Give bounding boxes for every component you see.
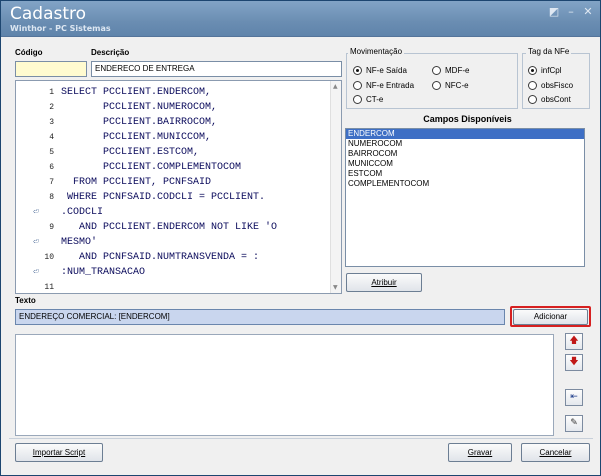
radio-dot-icon: [353, 95, 362, 104]
radio-obsfisco[interactable]: obsFisco: [528, 81, 573, 90]
code-line[interactable]: 9 AND PCCLIENT.ENDERCOM NOT LIKE 'O: [16, 220, 332, 235]
code-line[interactable]: 6 PCCLIENT.COMPLEMENTOCOM: [16, 160, 332, 175]
code-line[interactable]: ⏎ :NUM_TRANSACAO: [16, 265, 332, 280]
texto-label: Texto: [15, 296, 36, 305]
code-line[interactable]: 7 FROM PCCLIENT, PCNFSAID: [16, 175, 332, 190]
descricao-label: Descrição: [91, 48, 130, 57]
window-subtitle: Winthor - PC Sistemas: [10, 24, 111, 33]
arrow-up-icon[interactable]: 🡅: [565, 333, 583, 350]
wrap-icon: ⏎: [33, 267, 39, 277]
line-number: 8: [49, 193, 54, 202]
tag-nfe-title: Tag da NFe: [526, 47, 572, 56]
scroll-down-icon[interactable]: ▼: [333, 284, 338, 291]
radio-mdfe[interactable]: MDF-e: [432, 66, 469, 75]
line-number: 5: [49, 148, 54, 157]
radio-dot-icon: [528, 81, 537, 90]
insert-field-icon[interactable]: ⇤: [565, 389, 583, 406]
radio-dot-icon: [528, 66, 537, 75]
cadastro-window: Cadastro Winthor - PC Sistemas ◩ – ✕ Cód…: [0, 0, 601, 476]
code-text: .CODCLI: [61, 207, 104, 218]
code-text: PCCLIENT.BAIRROCOM,: [61, 117, 218, 128]
radio-dot-icon: [353, 81, 362, 90]
code-line[interactable]: 8 WHERE PCNFSAID.CODCLI = PCCLIENT.: [16, 190, 332, 205]
line-number: 9: [49, 223, 54, 232]
clear-icon[interactable]: ✎: [565, 415, 583, 432]
radio-dot-icon: [528, 95, 537, 104]
code-text: PCCLIENT.MUNICCOM,: [61, 132, 212, 143]
code-text: FROM PCCLIENT, PCNFSAID: [61, 177, 212, 188]
scroll-up-icon[interactable]: ▲: [333, 83, 338, 90]
code-text: PCCLIENT.NUMEROCOM,: [61, 102, 218, 113]
footer-separator: [9, 438, 593, 439]
sql-editor[interactable]: 1 SELECT PCCLIENT.ENDERCOM, 2 PCCLIENT.NUM…: [15, 80, 342, 294]
radio-dot-icon: [353, 66, 362, 75]
code-line[interactable]: 11: [16, 280, 332, 293]
code-line[interactable]: 4 PCCLIENT.MUNICCOM,: [16, 130, 332, 145]
movimentacao-title: Movimentação: [348, 47, 405, 56]
arrow-down-icon[interactable]: 🡇: [565, 354, 583, 371]
list-item[interactable]: ENDERCOM: [346, 129, 584, 139]
radio-nfe-entrada[interactable]: NF-e Entrada: [353, 81, 414, 90]
wrap-icon: ⏎: [33, 237, 39, 247]
radio-nfce[interactable]: NFC-e: [432, 81, 469, 90]
code-text: MESMO': [61, 237, 98, 248]
gravar-button[interactable]: Gravar: [448, 443, 512, 462]
close-icon[interactable]: ✕: [581, 5, 595, 19]
code-text: AND PCCLIENT.ENDERCOM NOT LIKE 'O: [61, 222, 278, 233]
line-number: 2: [49, 103, 54, 112]
line-number: 7: [49, 178, 54, 187]
campos-list[interactable]: ENDERCOM NUMEROCOM BAIRROCOM MUNICCOM ES…: [345, 128, 585, 267]
campos-title: Campos Disponíveis: [423, 114, 512, 124]
code-text: :NUM_TRANSACAO: [61, 267, 146, 278]
result-memo[interactable]: [15, 334, 554, 436]
radio-nfe-saida[interactable]: NF-e Saída: [353, 66, 407, 75]
line-number: 10: [44, 253, 54, 262]
list-item[interactable]: COMPLEMENTOCOM: [346, 179, 584, 189]
line-number: 6: [49, 163, 54, 172]
code-line[interactable]: 3 PCCLIENT.BAIRROCOM,: [16, 115, 332, 130]
texto-input[interactable]: ENDEREÇO COMERCIAL: [ENDERCOM]: [15, 309, 505, 325]
wrap-icon: ⏎: [33, 207, 39, 217]
radio-dot-icon: [432, 81, 441, 90]
radio-obscont[interactable]: obsCont: [528, 95, 571, 104]
line-number: 11: [44, 283, 54, 292]
radio-infcpl[interactable]: infCpl: [528, 66, 561, 75]
code-line[interactable]: 1 SELECT PCCLIENT.ENDERCOM,: [16, 85, 332, 100]
radio-cte[interactable]: CT-e: [353, 95, 383, 104]
list-item[interactable]: ESTCOM: [346, 169, 584, 179]
code-text: SELECT PCCLIENT.ENDERCOM,: [61, 87, 212, 98]
atribuir-button[interactable]: Atribuir: [346, 273, 422, 292]
adicionar-button[interactable]: Adicionar: [513, 309, 588, 325]
code-line[interactable]: ⏎ .CODCLI: [16, 205, 332, 220]
cancelar-button[interactable]: Cancelar: [521, 443, 590, 462]
codigo-label: Código: [15, 48, 43, 57]
code-line[interactable]: 2 PCCLIENT.NUMEROCOM,: [16, 100, 332, 115]
codigo-input[interactable]: [15, 61, 87, 77]
list-item[interactable]: BAIRROCOM: [346, 149, 584, 159]
title-bar: Cadastro Winthor - PC Sistemas ◩ – ✕: [1, 1, 600, 37]
minimize-icon[interactable]: –: [564, 5, 578, 19]
restore-icon[interactable]: ◩: [547, 5, 561, 19]
code-line[interactable]: 5 PCCLIENT.ESTCOM,: [16, 145, 332, 160]
code-line[interactable]: 10 AND PCNFSAID.NUMTRANSVENDA = :: [16, 250, 332, 265]
line-number: 3: [49, 118, 54, 127]
radio-dot-icon: [432, 66, 441, 75]
descricao-input[interactable]: ENDERECO DE ENTREGA: [91, 61, 342, 77]
code-text: PCCLIENT.COMPLEMENTOCOM: [61, 162, 242, 173]
line-number: 4: [49, 133, 54, 142]
code-line[interactable]: ⏎ MESMO': [16, 235, 332, 250]
list-item[interactable]: MUNICCOM: [346, 159, 584, 169]
list-item[interactable]: NUMEROCOM: [346, 139, 584, 149]
code-text: WHERE PCNFSAID.CODCLI = PCCLIENT.: [61, 192, 266, 203]
window-title: Cadastro: [10, 4, 87, 24]
code-text: PCCLIENT.ESTCOM,: [61, 147, 200, 158]
line-number: 1: [49, 88, 54, 97]
editor-scrollbar[interactable]: ▲ ▼: [330, 81, 341, 293]
importar-script-button[interactable]: Importar Script: [15, 443, 103, 462]
code-text: AND PCNFSAID.NUMTRANSVENDA = :: [61, 252, 260, 263]
